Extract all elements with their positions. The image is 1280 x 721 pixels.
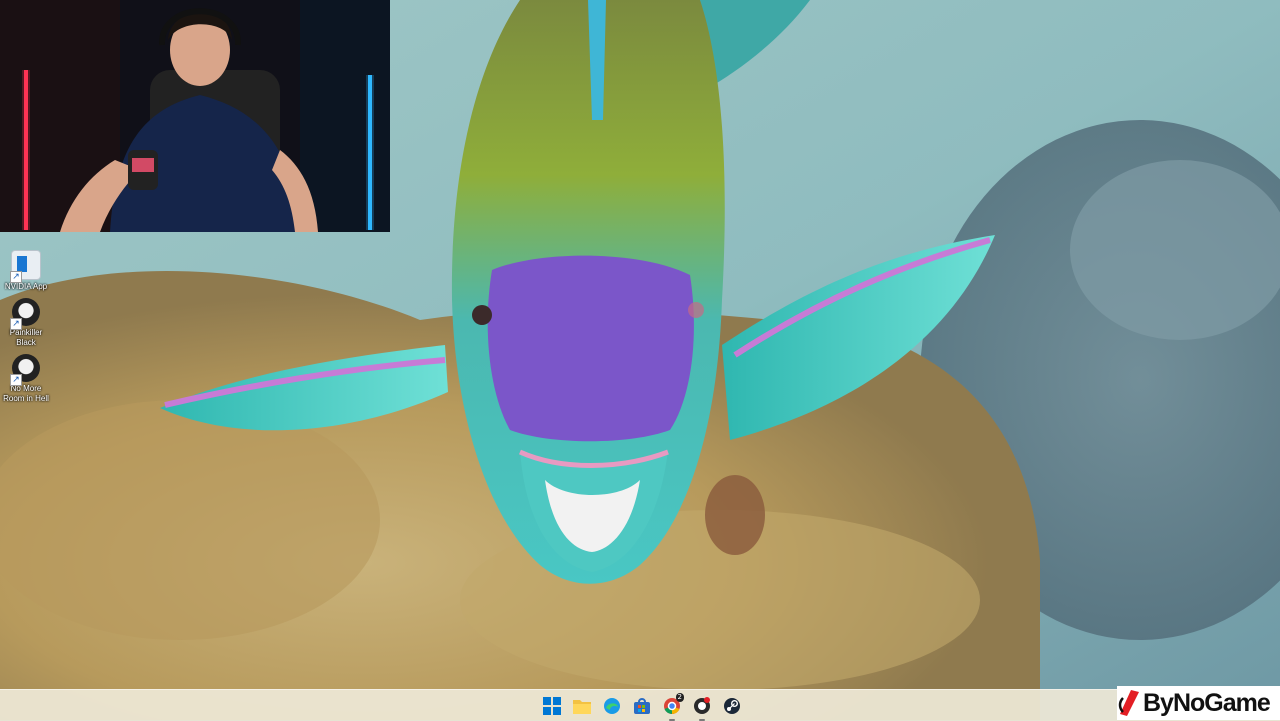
bynogame-watermark: ByNoGame <box>1117 686 1280 720</box>
desktop-icon-label: NVIDIA App <box>4 282 48 291</box>
edge-icon <box>604 698 620 714</box>
desktop-icon-label: Painkiller Black <box>9 328 43 347</box>
watermark-text: ByNoGame <box>1143 688 1271 717</box>
game-client-button[interactable] <box>690 694 714 721</box>
folder-icon <box>573 700 591 714</box>
steam-button[interactable] <box>720 694 744 718</box>
painkiller-icon <box>10 298 40 330</box>
bynogame-logo-icon <box>1118 690 1139 716</box>
desktop-icon-no-more-room-in-hell[interactable]: No More Room in Hell <box>0 354 52 404</box>
webcam-overlay <box>0 0 390 232</box>
desktop-icon-column: NVIDIA App Painkiller Black No More Room… <box>0 250 52 410</box>
start-button[interactable] <box>540 694 564 718</box>
windows-start-icon <box>543 697 561 715</box>
store-icon <box>634 698 650 714</box>
taskbar-app-list: 2 <box>540 693 744 721</box>
desktop-icon-nvidia-app[interactable]: NVIDIA App <box>0 250 52 292</box>
desktop-icon-label: No More Room in Hell <box>3 384 49 403</box>
game-client-icon <box>694 697 710 714</box>
taskbar: 2 <box>0 689 1280 721</box>
file-explorer-button[interactable] <box>570 694 594 718</box>
nmrih-icon <box>10 354 40 386</box>
nvidia-app-icon <box>10 250 41 283</box>
desktop-icon-painkiller-black[interactable]: Painkiller Black <box>0 298 52 348</box>
chrome-badge: 2 <box>675 693 684 702</box>
edge-button[interactable] <box>600 694 624 718</box>
store-button[interactable] <box>630 694 654 718</box>
chrome-button[interactable]: 2 <box>660 693 684 721</box>
steam-icon <box>724 698 740 714</box>
